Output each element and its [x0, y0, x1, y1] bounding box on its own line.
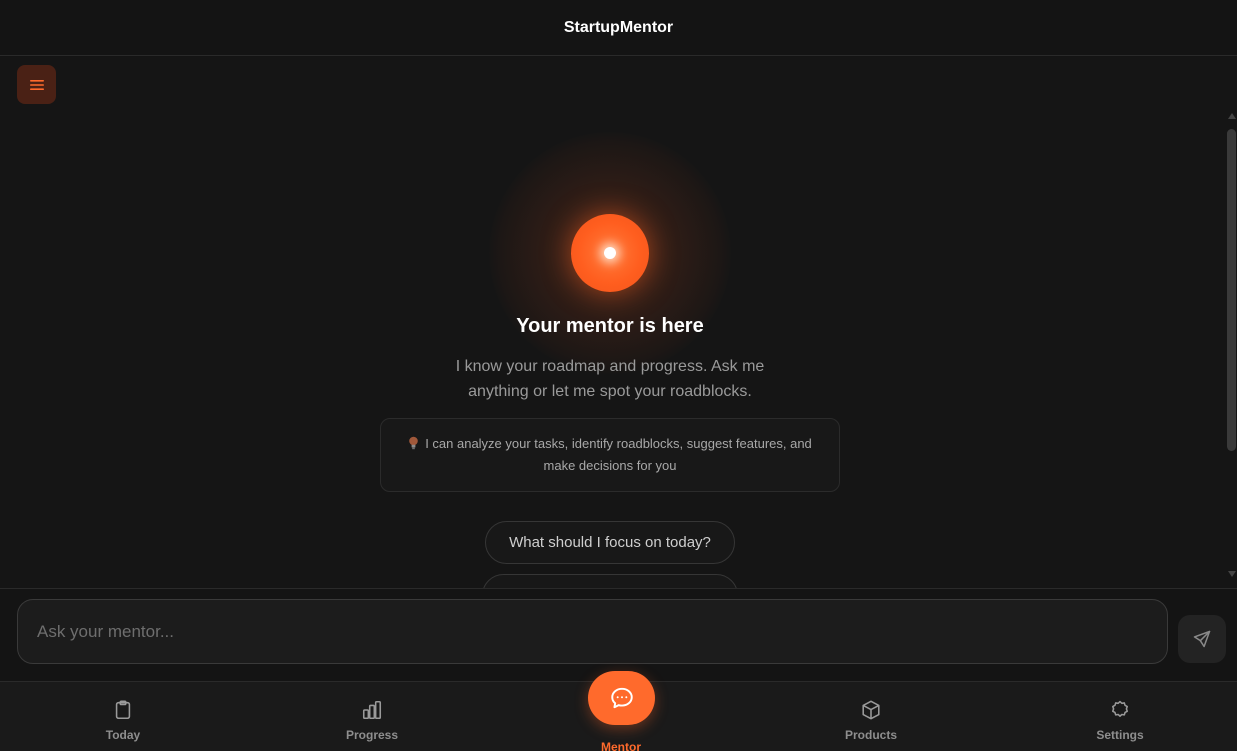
hamburger-icon — [29, 79, 44, 90]
app-title: StartupMentor — [563, 18, 674, 36]
hero-title: Your mentor is here — [516, 315, 704, 337]
message-input[interactable] — [17, 599, 1168, 664]
chat-bubble-icon — [610, 687, 633, 709]
tab-label: Progress — [345, 728, 399, 742]
bar-chart-icon — [362, 700, 382, 720]
orb-core — [604, 247, 616, 259]
chat-area[interactable]: Your mentor is here I know your roadmap … — [0, 57, 1237, 588]
info-text-wrap: I can analyze your tasks, identify roadb… — [399, 433, 821, 477]
scroll-up-arrow[interactable] — [1228, 113, 1236, 119]
tab-mentor[interactable]: Mentor — [551, 671, 691, 751]
scrollbar[interactable] — [1226, 57, 1237, 588]
message-composer — [0, 588, 1237, 681]
send-icon — [1193, 630, 1211, 648]
tab-products[interactable]: Products — [801, 682, 941, 751]
suggestion-chip[interactable] — [482, 574, 738, 588]
scroll-down-arrow[interactable] — [1228, 571, 1236, 577]
info-card: I can analyze your tasks, identify roadb… — [380, 418, 840, 492]
tab-label: Products — [844, 728, 897, 742]
cube-icon — [862, 700, 880, 720]
suggestion-chip[interactable]: What should I focus on today? — [485, 521, 735, 564]
menu-button[interactable] — [17, 65, 56, 104]
bottom-tab-bar: Today Progress Mentor Products Settings — [0, 671, 1237, 751]
send-button[interactable] — [1178, 615, 1226, 663]
tab-settings[interactable]: Settings — [1050, 682, 1190, 751]
info-text: I can analyze your tasks, identify roadb… — [425, 436, 812, 473]
clipboard-icon — [115, 700, 131, 720]
scrollbar-thumb[interactable] — [1227, 129, 1236, 451]
tab-label: Settings — [1096, 728, 1144, 742]
tab-today[interactable]: Today — [53, 682, 193, 751]
hero-subtitle: I know your roadmap and progress. Ask me… — [455, 358, 765, 400]
top-bar: StartupMentor — [0, 0, 1237, 56]
suggestion-chip-label: What should I focus on today? — [509, 534, 711, 551]
tab-label: Today — [105, 728, 141, 742]
tab-label: Mentor — [601, 740, 641, 751]
tab-progress[interactable]: Progress — [302, 682, 442, 751]
mentor-orb — [571, 214, 649, 292]
gear-icon — [1111, 700, 1129, 718]
lightbulb-icon — [409, 436, 418, 450]
mentor-tab-button[interactable] — [588, 671, 655, 725]
